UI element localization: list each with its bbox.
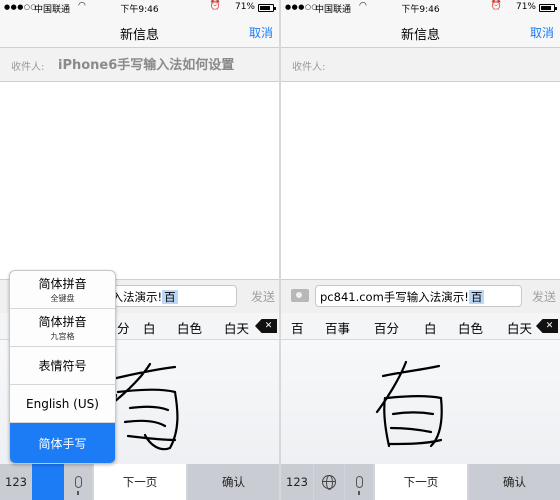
battery-percent: 71% [515, 2, 536, 12]
nav-bar: 新信息 取消 [0, 16, 279, 48]
candidate-item[interactable]: 白 [424, 318, 437, 337]
alarm-icon: ⏰ [209, 1, 221, 11]
cancel-button[interactable]: 取消 [249, 24, 273, 41]
mic-icon [355, 476, 363, 495]
language-option-english[interactable]: English (US) [10, 385, 115, 423]
candidate-item[interactable]: 白天 [224, 318, 249, 337]
recipient-label: 收件人: [11, 62, 45, 73]
candidate-item[interactable]: 白色 [177, 318, 202, 337]
status-bar: ●●●○○ 中国联通 ◠ 下午9:46 ⏰ 71% [0, 0, 279, 16]
recipient-field[interactable]: 收件人: iPhone6手写输入法如何设置 [0, 48, 279, 82]
numbers-key[interactable]: 123 [281, 464, 313, 500]
candidate-item[interactable]: 百分 [374, 318, 399, 337]
cancel-button[interactable]: 取消 [530, 24, 554, 41]
page-title: 新信息 [119, 28, 159, 43]
status-bar: ●●●○○ 中国联通 ◠ 下午9:46 ⏰ 71% [281, 0, 560, 16]
next-page-key[interactable]: 下一页 [375, 464, 467, 500]
candidate-item[interactable]: 白天 [507, 318, 532, 337]
message-thread-area [0, 83, 279, 279]
right-phone-screen: ●●●○○ 中国联通 ◠ 下午9:46 ⏰ 71% 新信息 取消 收件人: pc… [281, 0, 560, 500]
mic-icon [74, 476, 82, 495]
battery-fill [541, 6, 551, 10]
delete-icon[interactable]: ✕ [536, 319, 558, 333]
candidate-item[interactable]: 白 [143, 318, 156, 337]
composing-text: 百 [162, 290, 178, 304]
language-option-label: 简体拼音 [38, 315, 87, 329]
candidate-bar: 百 百事 百分 白 白色 白天 ✕ [281, 313, 560, 340]
next-page-key[interactable]: 下一页 [94, 464, 186, 500]
keyboard-bottom-row: 123 下一页 确认 [281, 464, 560, 500]
battery-icon [258, 4, 276, 12]
recipient-label: 收件人: [292, 62, 326, 73]
candidate-item[interactable]: 百事 [325, 318, 350, 337]
send-button[interactable]: 发送 [251, 288, 275, 305]
candidate-item[interactable]: 百 [291, 318, 304, 337]
overlay-caption: iPhone6手写输入法如何设置 [58, 58, 235, 73]
delete-icon[interactable]: ✕ [255, 319, 277, 333]
camera-icon[interactable] [291, 289, 309, 302]
numbers-key[interactable]: 123 [0, 464, 32, 500]
message-input-bar: pc841.com手写输入法演示! 百 发送 [281, 279, 560, 313]
candidate-item[interactable]: 分 [117, 318, 130, 337]
battery-fill [260, 6, 270, 10]
globe-key-active[interactable] [32, 462, 64, 500]
globe-icon [322, 475, 336, 490]
message-text: pc841.com手写输入法演示! [320, 290, 469, 304]
recipient-field[interactable]: 收件人: [281, 48, 560, 82]
globe-key[interactable] [314, 464, 344, 500]
language-option-label: 简体手写 [38, 436, 87, 451]
alarm-icon: ⏰ [490, 1, 502, 11]
handwriting-stroke [375, 360, 443, 448]
candidate-item[interactable]: 白色 [458, 318, 483, 337]
message-input[interactable]: pc841.com手写输入法演示! 百 [315, 285, 522, 307]
language-option-handwriting[interactable]: 简体手写 [10, 423, 115, 463]
language-option-emoji[interactable]: 表情符号 [10, 347, 115, 385]
handwriting-pad[interactable] [281, 340, 560, 464]
nav-bar: 新信息 取消 [281, 16, 560, 48]
page-title: 新信息 [400, 28, 440, 43]
language-option-sub: 全键盘 [50, 294, 75, 303]
confirm-key[interactable]: 确认 [469, 464, 560, 500]
language-option-pinyin-full[interactable]: 简体拼音 全键盘 [10, 271, 115, 309]
confirm-key[interactable]: 确认 [188, 464, 279, 500]
message-thread-area [281, 83, 560, 279]
battery-icon [539, 4, 557, 12]
language-option-label: 简体拼音 [38, 277, 87, 291]
battery-percent: 71% [234, 2, 255, 12]
language-option-pinyin-9key[interactable]: 简体拼音 九宫格 [10, 309, 115, 347]
language-option-label: 表情符号 [38, 359, 87, 373]
send-button[interactable]: 发送 [532, 288, 556, 305]
language-option-sub: 九宫格 [50, 332, 75, 341]
composing-text: 百 [468, 290, 485, 304]
language-option-label: English (US) [26, 396, 99, 411]
mic-key[interactable] [64, 464, 92, 500]
language-menu: 简体拼音 全键盘 简体拼音 九宫格 表情符号 English (US) 简体手写 [9, 270, 116, 464]
mic-key[interactable] [345, 464, 373, 500]
left-phone-screen: ●●●○○ 中国联通 ◠ 下午9:46 ⏰ 71% 新信息 取消 收件人: iP… [0, 0, 279, 500]
